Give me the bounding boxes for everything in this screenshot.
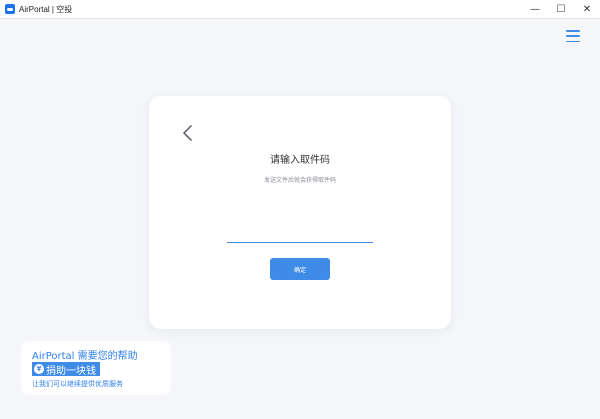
window-title: AirPortal | 空投: [19, 4, 73, 14]
main-content: 请输入取件码 发送文件后就会获得取件码 确定 AirPortal 需要您的帮助 …: [1, 19, 599, 418]
donate-note: 让我们可以继续提供优质服务: [32, 380, 123, 388]
pickup-code-input[interactable]: [227, 222, 373, 243]
yen-coin-icon: ¥: [34, 364, 44, 374]
maximize-button[interactable]: ☐: [548, 0, 574, 18]
donate-button-label: 捐助一块钱: [46, 365, 96, 377]
menu-line: [566, 30, 580, 32]
donate-button[interactable]: ¥ 捐助一块钱: [32, 362, 100, 377]
menu-line: [566, 40, 580, 42]
page-title: 请输入取件码: [270, 155, 330, 166]
window-titlebar: AirPortal | 空投 — ☐ ✕: [0, 0, 600, 19]
window-controls: — ☐ ✕: [522, 0, 600, 18]
menu-line: [566, 35, 580, 37]
hamburger-menu-icon[interactable]: [566, 30, 580, 42]
close-button[interactable]: ✕: [574, 0, 600, 18]
donate-panel: AirPortal 需要您的帮助 ¥ 捐助一块钱 让我们可以继续提供优质服务: [21, 341, 171, 395]
donate-headline: AirPortal 需要您的帮助: [32, 351, 138, 362]
chevron-left-icon[interactable]: [180, 124, 196, 142]
confirm-button[interactable]: 确定: [270, 258, 330, 280]
airportal-app-icon: [5, 4, 15, 14]
minimize-button[interactable]: —: [522, 0, 548, 18]
pickup-code-card: 请输入取件码 发送文件后就会获得取件码 确定: [149, 96, 451, 329]
page-subtitle: 发送文件后就会获得取件码: [263, 177, 336, 184]
